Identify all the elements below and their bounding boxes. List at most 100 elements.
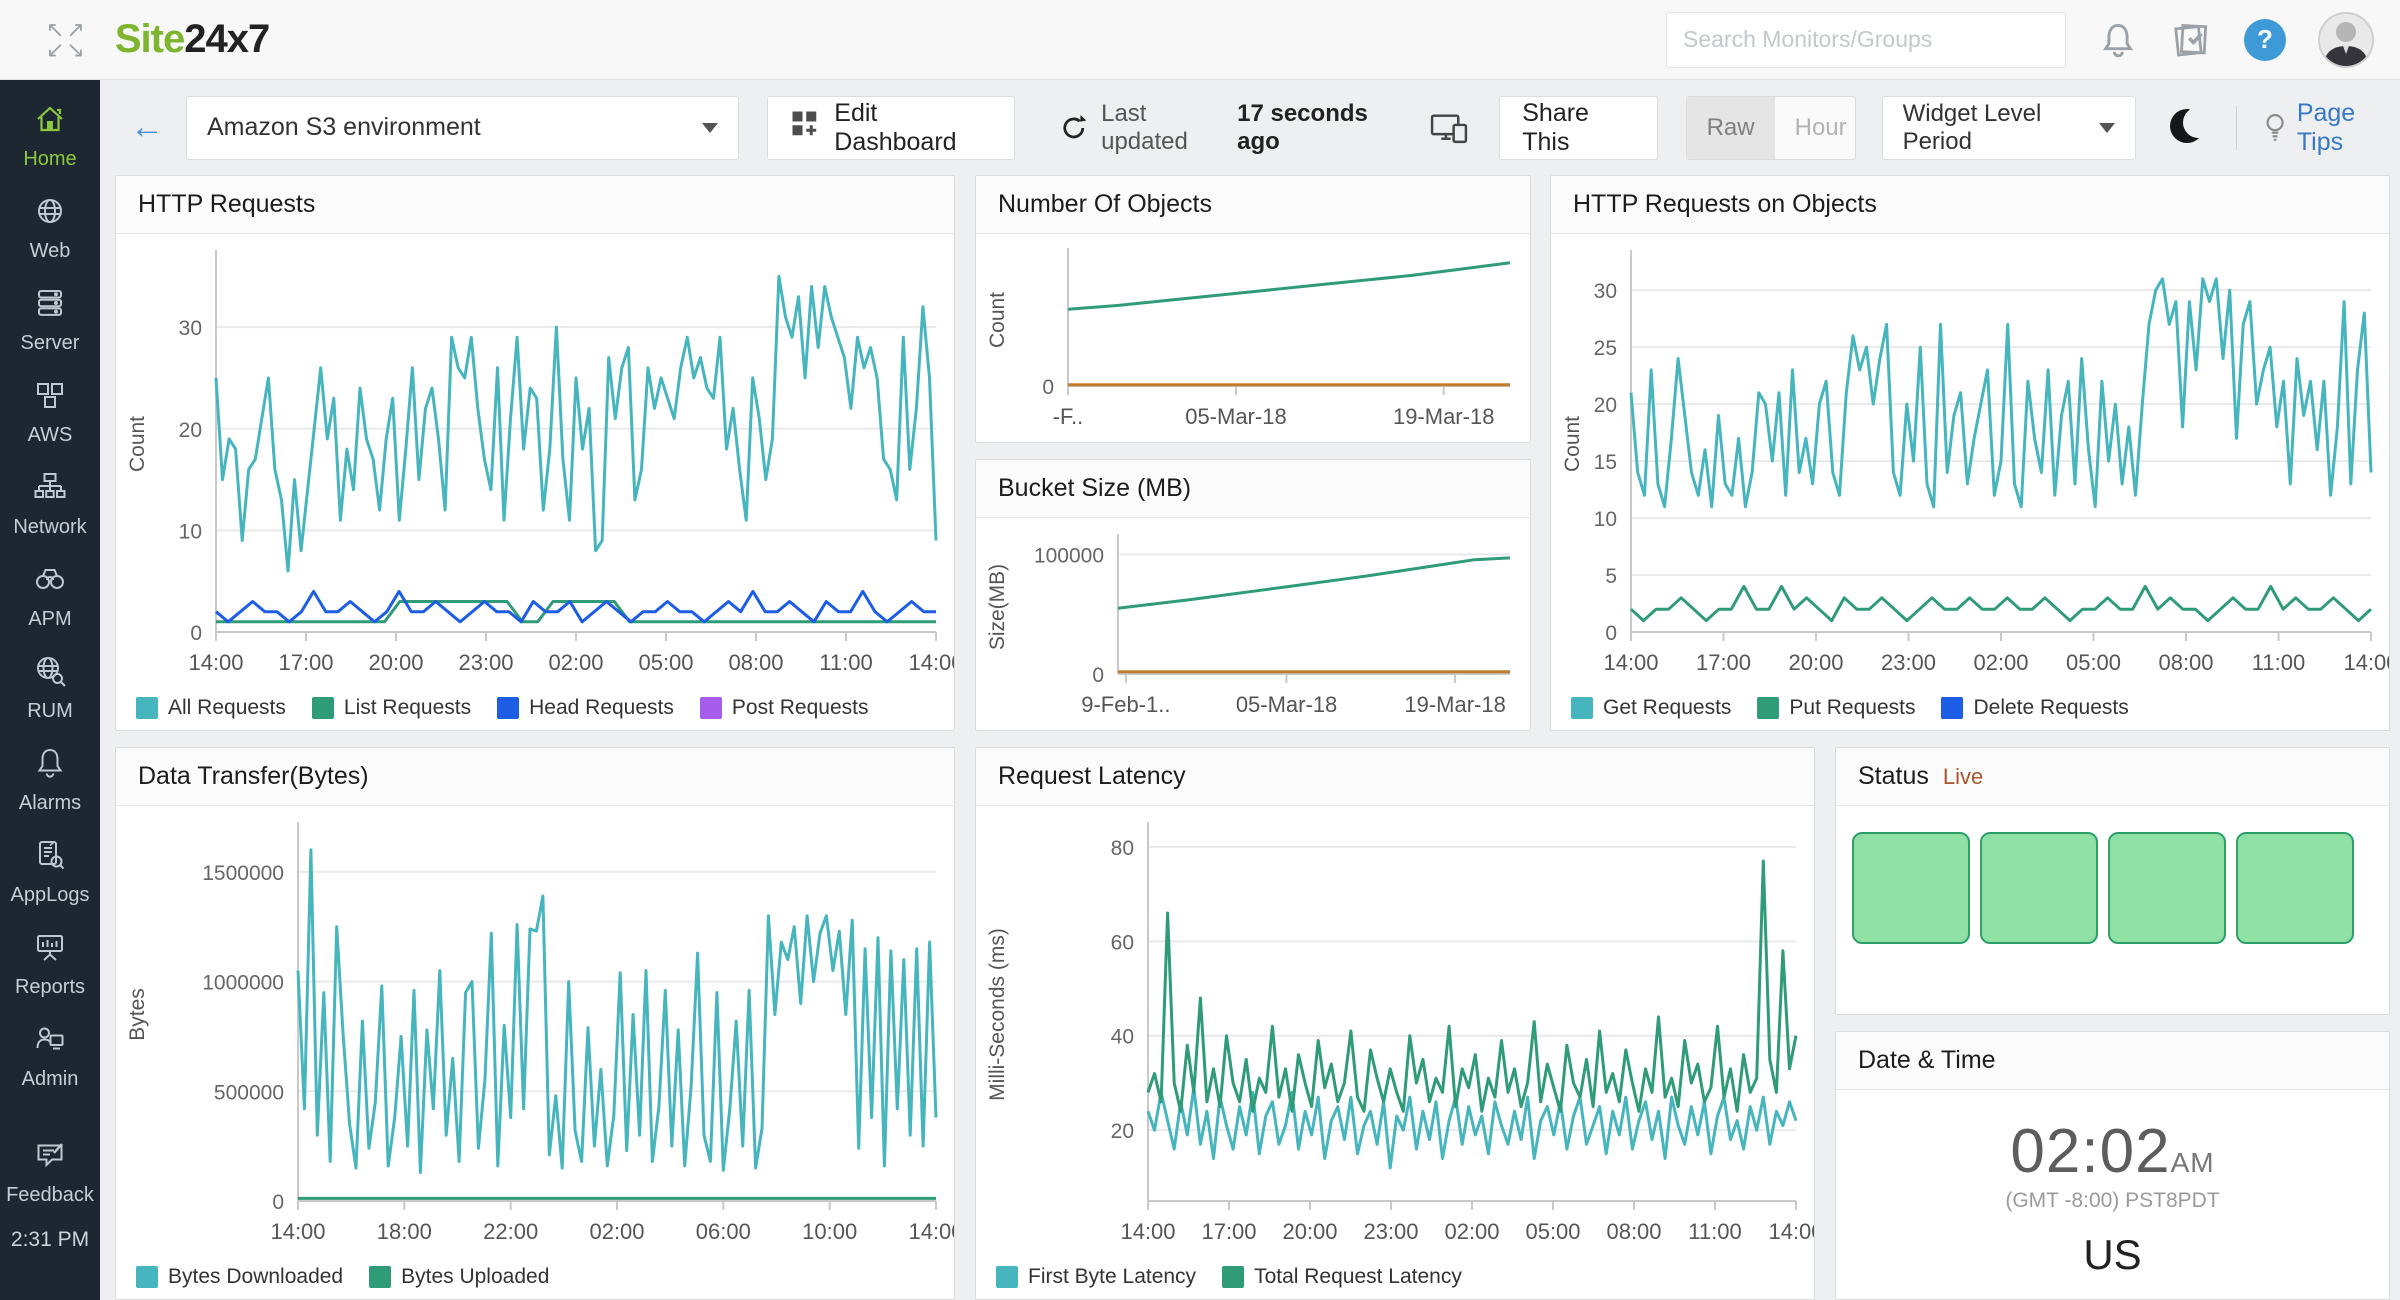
- svg-text:9-Feb-1..: 9-Feb-1..: [1081, 692, 1170, 717]
- status-monitor-square[interactable]: [1980, 832, 2098, 944]
- toggle-hour[interactable]: Hour: [1775, 97, 1856, 159]
- last-updated: Last updated 17 seconds ago: [1059, 100, 1403, 156]
- svg-text:1500000: 1500000: [202, 862, 284, 885]
- legend-swatch: [136, 697, 158, 719]
- clock-time: 02:02AM: [2010, 1116, 2214, 1187]
- http-requests-chart[interactable]: 010203014:0017:0020:0023:0002:0005:0008:…: [116, 234, 954, 684]
- http-requests-on-objects-chart[interactable]: 05101520253014:0017:0020:0023:0002:0005:…: [1551, 234, 2389, 684]
- legend-label: First Byte Latency: [1028, 1265, 1196, 1289]
- bucket-size-chart[interactable]: 01000009-Feb-1..05-Mar-1819-Mar-18Size(M…: [976, 518, 1530, 730]
- share-this-button[interactable]: Share This: [1499, 96, 1657, 160]
- dark-mode-moon-icon[interactable]: [2170, 109, 2205, 147]
- admin-icon: [32, 1021, 68, 1062]
- svg-text:05:00: 05:00: [1525, 1219, 1580, 1244]
- toggle-raw[interactable]: Raw: [1687, 97, 1775, 159]
- dashboard-selector-value: Amazon S3 environment: [207, 113, 481, 142]
- svg-text:11:00: 11:00: [819, 650, 872, 675]
- svg-text:1000000: 1000000: [202, 972, 284, 995]
- sidebar-item-label: AWS: [28, 424, 73, 447]
- widget-level-period-selector[interactable]: Widget Level Period: [1882, 96, 2137, 160]
- tasks-icon[interactable]: [2170, 19, 2212, 61]
- page-tips-link[interactable]: Page Tips: [2263, 99, 2400, 157]
- svg-text:05-Mar-18: 05-Mar-18: [1185, 404, 1286, 429]
- svg-text:14:00: 14:00: [908, 650, 954, 675]
- sidebar-item-label: Home: [23, 148, 76, 171]
- svg-text:02:00: 02:00: [1444, 1219, 1499, 1244]
- svg-text:22:00: 22:00: [483, 1219, 538, 1244]
- legend-item[interactable]: Get Requests: [1571, 696, 1731, 720]
- svg-text:Count: Count: [126, 416, 149, 472]
- sidebar-item-apm[interactable]: APM: [0, 550, 100, 642]
- share-this-label: Share This: [1522, 99, 1634, 157]
- sidebar-item-aws[interactable]: AWS: [0, 366, 100, 458]
- legend-item[interactable]: List Requests: [312, 696, 471, 720]
- alarms-icon: [32, 745, 68, 786]
- svg-text:30: 30: [1594, 280, 1617, 303]
- devices-icon[interactable]: [1429, 111, 1469, 145]
- data-transfer-chart[interactable]: 05000001000000150000014:0018:0022:0002:0…: [116, 806, 954, 1253]
- logo-dark-part: 24x7: [184, 17, 269, 61]
- number-of-objects-chart[interactable]: 0-F..05-Mar-1819-Mar-18Count: [976, 234, 1530, 442]
- sidebar-item-reports[interactable]: Reports: [0, 918, 100, 1010]
- panel-header: HTTP Requests: [116, 176, 954, 234]
- sidebar-item-web[interactable]: Web: [0, 182, 100, 274]
- expand-icon[interactable]: ↖↗↙↘: [46, 20, 87, 60]
- svg-text:10:00: 10:00: [802, 1219, 857, 1244]
- legend-item[interactable]: Head Requests: [497, 696, 674, 720]
- edit-dashboard-button[interactable]: Edit Dashboard: [767, 96, 1015, 160]
- svg-text:0: 0: [1042, 376, 1054, 399]
- legend-item[interactable]: Put Requests: [1757, 696, 1915, 720]
- avatar[interactable]: [2318, 12, 2374, 68]
- svg-text:08:00: 08:00: [2158, 650, 2213, 675]
- dashboard-selector[interactable]: Amazon S3 environment: [186, 96, 739, 160]
- sidebar-item-home[interactable]: Home: [0, 90, 100, 182]
- sidebar-item-feedback[interactable]: Feedback: [0, 1126, 100, 1218]
- apm-icon: [32, 561, 68, 602]
- search-input[interactable]: [1666, 12, 2066, 68]
- sidebar-item-label: Server: [21, 332, 80, 355]
- panel-number-of-objects: Number Of Objects 0-F..05-Mar-1819-Mar-1…: [975, 175, 1531, 443]
- legend-item[interactable]: Bytes Uploaded: [369, 1265, 549, 1289]
- legend-item[interactable]: Delete Requests: [1941, 696, 2128, 720]
- panel-title: Date & Time: [1858, 1046, 1996, 1075]
- svg-text:30: 30: [179, 317, 202, 340]
- status-monitor-square[interactable]: [1852, 832, 1970, 944]
- notifications-bell-icon[interactable]: [2098, 20, 2138, 60]
- svg-text:08:00: 08:00: [728, 650, 783, 675]
- last-updated-value: 17 seconds ago: [1237, 100, 1403, 156]
- sidebar-item-alarms[interactable]: Alarms: [0, 734, 100, 826]
- request-latency-chart[interactable]: 2040608014:0017:0020:0023:0002:0005:0008…: [976, 806, 1814, 1253]
- svg-text:15: 15: [1594, 451, 1617, 474]
- svg-text:02:00: 02:00: [548, 650, 603, 675]
- legend-item[interactable]: Total Request Latency: [1222, 1265, 1462, 1289]
- feedback-icon: [32, 1137, 68, 1178]
- sidebar-item-server[interactable]: Server: [0, 274, 100, 366]
- legend-item[interactable]: Post Requests: [700, 696, 869, 720]
- sidebar-item-rum[interactable]: RUM: [0, 642, 100, 734]
- widget-level-period-value: Widget Level Period: [1903, 100, 2100, 156]
- svg-text:25: 25: [1594, 337, 1617, 360]
- status-monitor-square[interactable]: [2108, 832, 2226, 944]
- home-icon: [32, 101, 68, 142]
- help-icon[interactable]: ?: [2244, 19, 2286, 61]
- sidebar-item-network[interactable]: Network: [0, 458, 100, 550]
- legend-item[interactable]: First Byte Latency: [996, 1265, 1196, 1289]
- back-arrow-icon[interactable]: ←: [130, 108, 164, 147]
- svg-text:0: 0: [272, 1191, 284, 1214]
- sidebar-item-applogs[interactable]: AppLogs: [0, 826, 100, 918]
- legend-label: Put Requests: [1789, 696, 1915, 720]
- svg-text:-F..: -F..: [1053, 404, 1084, 429]
- status-monitor-square[interactable]: [2236, 832, 2354, 944]
- refresh-icon[interactable]: [1059, 113, 1089, 143]
- panel-request-latency: Request Latency 2040608014:0017:0020:002…: [975, 747, 1815, 1300]
- legend-item[interactable]: All Requests: [136, 696, 286, 720]
- panel-header: Bucket Size (MB): [976, 460, 1530, 518]
- sidebar-item-admin[interactable]: Admin: [0, 1010, 100, 1102]
- svg-text:0: 0: [1092, 664, 1104, 687]
- panel-title: HTTP Requests: [138, 190, 315, 219]
- legend-item[interactable]: Bytes Downloaded: [136, 1265, 343, 1289]
- panel-header: Request Latency: [976, 748, 1814, 806]
- svg-text:18:00: 18:00: [377, 1219, 432, 1244]
- svg-text:19-Mar-18: 19-Mar-18: [1404, 692, 1505, 717]
- svg-text:20:00: 20:00: [1788, 650, 1843, 675]
